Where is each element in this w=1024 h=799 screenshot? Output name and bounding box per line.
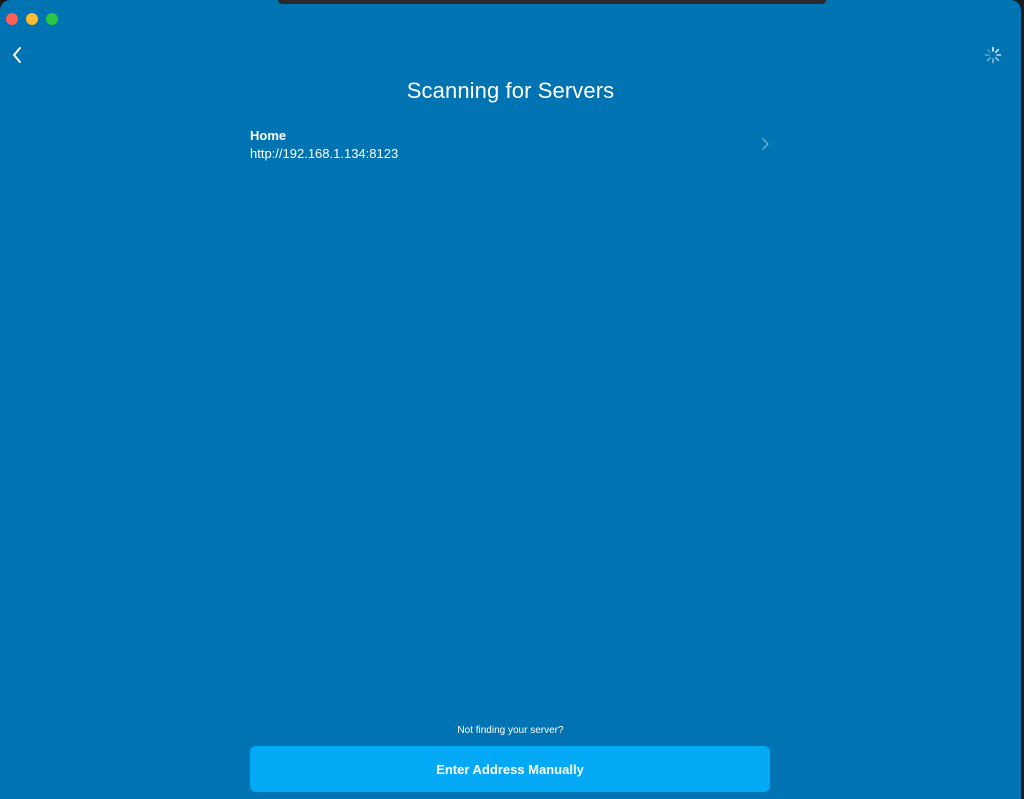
server-url: http://192.168.1.134:8123 [250,146,399,161]
window-top-edge [278,0,826,4]
minimize-window-button[interactable] [26,13,38,25]
spinner-icon [984,46,1002,64]
enter-address-manually-button[interactable]: Enter Address Manually [250,746,770,792]
page-title: Scanning for Servers [406,78,615,103]
server-list-item[interactable]: Home http://192.168.1.134:8123 [250,124,770,166]
chevron-right-icon [762,138,769,150]
server-name: Home [250,128,287,143]
close-window-button[interactable] [6,13,18,25]
not-finding-server-hint: Not finding your server? [457,725,564,736]
zoom-window-button[interactable] [46,13,58,25]
chevron-left-icon [13,47,21,63]
back-button[interactable] [6,44,28,66]
window-controls [6,13,58,25]
app-window: Scanning for Servers Home http://192.168… [0,0,1021,799]
